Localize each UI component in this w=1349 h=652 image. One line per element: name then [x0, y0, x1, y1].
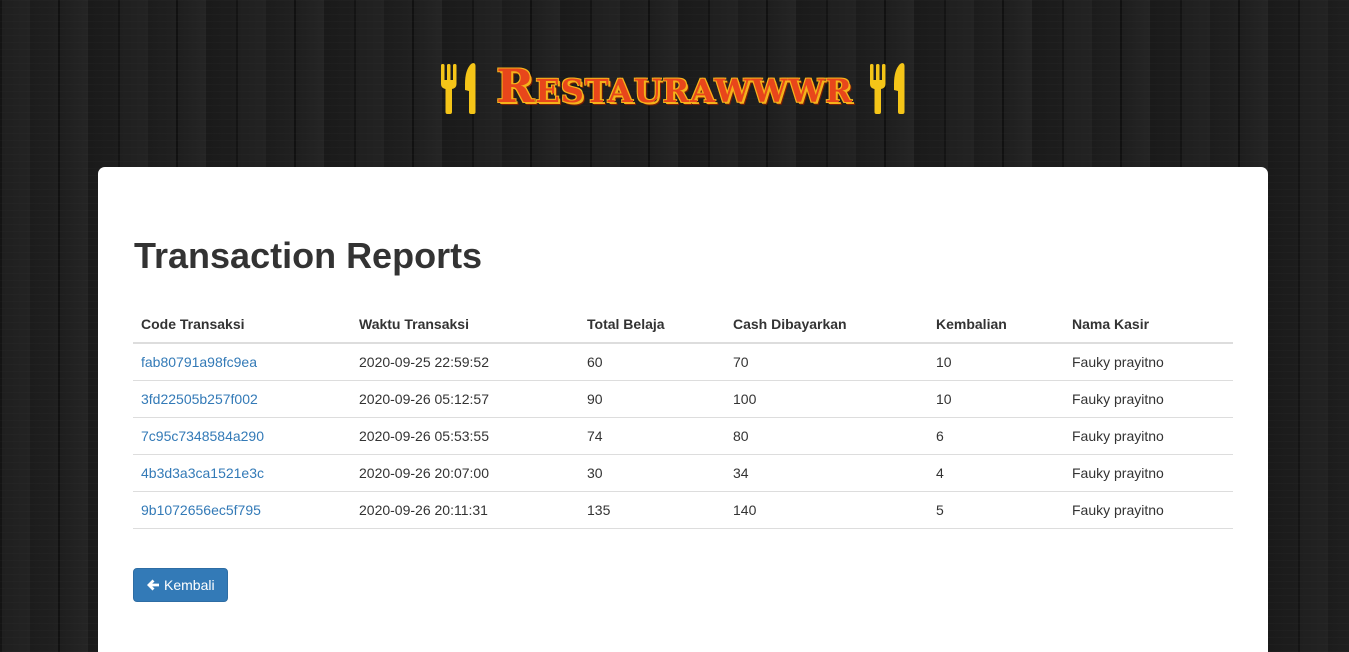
- cell-time: 2020-09-26 20:07:00: [351, 454, 579, 492]
- cell-change: 4: [928, 454, 1064, 492]
- table-row: 9b1072656ec5f795 2020-09-26 20:11:31 135…: [133, 491, 1233, 529]
- cell-cashier: Fauky prayitno: [1064, 380, 1233, 418]
- header-time: Waktu Transaksi: [351, 306, 579, 344]
- cell-total: 30: [579, 454, 725, 492]
- table-row: 4b3d3a3ca1521e3c 2020-09-26 20:07:00 30 …: [133, 454, 1233, 492]
- cell-total: 90: [579, 380, 725, 418]
- brand-header: Restaurawwwr: [0, 56, 1349, 120]
- header-total: Total Belaja: [579, 306, 725, 344]
- cell-change: 10: [928, 343, 1064, 381]
- cell-cashier: Fauky prayitno: [1064, 491, 1233, 529]
- cell-total: 135: [579, 491, 725, 529]
- transaction-table: Code Transaksi Waktu Transaksi Total Bel…: [133, 306, 1233, 529]
- table-header-row: Code Transaksi Waktu Transaksi Total Bel…: [133, 306, 1233, 344]
- table-header: Code Transaksi Waktu Transaksi Total Bel…: [133, 306, 1233, 344]
- cell-change: 10: [928, 380, 1064, 418]
- header-code: Code Transaksi: [133, 306, 351, 344]
- header-change: Kembalian: [928, 306, 1064, 344]
- table-row: 7c95c7348584a290 2020-09-26 05:53:55 74 …: [133, 417, 1233, 455]
- cell-cashier: Fauky prayitno: [1064, 417, 1233, 455]
- transaction-code-link[interactable]: 3fd22505b257f002: [141, 391, 258, 407]
- transaction-code-link[interactable]: 7c95c7348584a290: [141, 428, 264, 444]
- table-body: fab80791a98fc9ea 2020-09-25 22:59:52 60 …: [133, 343, 1233, 529]
- cell-code: 7c95c7348584a290: [133, 417, 351, 455]
- transaction-code-link[interactable]: 9b1072656ec5f795: [141, 502, 261, 518]
- arrow-left-icon: [147, 579, 159, 591]
- report-card: Transaction Reports Code Transaksi Waktu…: [98, 167, 1268, 652]
- cell-total: 74: [579, 417, 725, 455]
- brand-title: Restaurawwwr: [496, 59, 853, 113]
- page-title: Transaction Reports: [134, 235, 483, 276]
- cell-cash: 34: [725, 454, 928, 492]
- cell-code: 4b3d3a3ca1521e3c: [133, 454, 351, 492]
- table-row: fab80791a98fc9ea 2020-09-25 22:59:52 60 …: [133, 343, 1233, 381]
- transaction-code-link[interactable]: fab80791a98fc9ea: [141, 354, 257, 370]
- cell-cash: 140: [725, 491, 928, 529]
- cell-time: 2020-09-26 05:53:55: [351, 417, 579, 455]
- table-row: 3fd22505b257f002 2020-09-26 05:12:57 90 …: [133, 380, 1233, 418]
- cell-time: 2020-09-26 05:12:57: [351, 380, 579, 418]
- cell-cash: 100: [725, 380, 928, 418]
- cell-cashier: Fauky prayitno: [1064, 343, 1233, 381]
- back-button[interactable]: Kembali: [133, 568, 228, 602]
- header-cashier: Nama Kasir: [1064, 306, 1233, 344]
- back-button-label: Kembali: [164, 577, 215, 593]
- cell-change: 6: [928, 417, 1064, 455]
- fork-knife-icon: [441, 63, 476, 114]
- cell-time: 2020-09-26 20:11:31: [351, 491, 579, 529]
- fork-knife-icon: [869, 63, 905, 114]
- cell-cash: 80: [725, 417, 928, 455]
- cell-cash: 70: [725, 343, 928, 381]
- cell-cashier: Fauky prayitno: [1064, 454, 1233, 492]
- cell-code: 9b1072656ec5f795: [133, 491, 351, 529]
- cell-time: 2020-09-25 22:59:52: [351, 343, 579, 381]
- cell-change: 5: [928, 491, 1064, 529]
- transaction-code-link[interactable]: 4b3d3a3ca1521e3c: [141, 465, 264, 481]
- cell-total: 60: [579, 343, 725, 381]
- cell-code: fab80791a98fc9ea: [133, 343, 351, 381]
- header-cash: Cash Dibayarkan: [725, 306, 928, 344]
- cell-code: 3fd22505b257f002: [133, 380, 351, 418]
